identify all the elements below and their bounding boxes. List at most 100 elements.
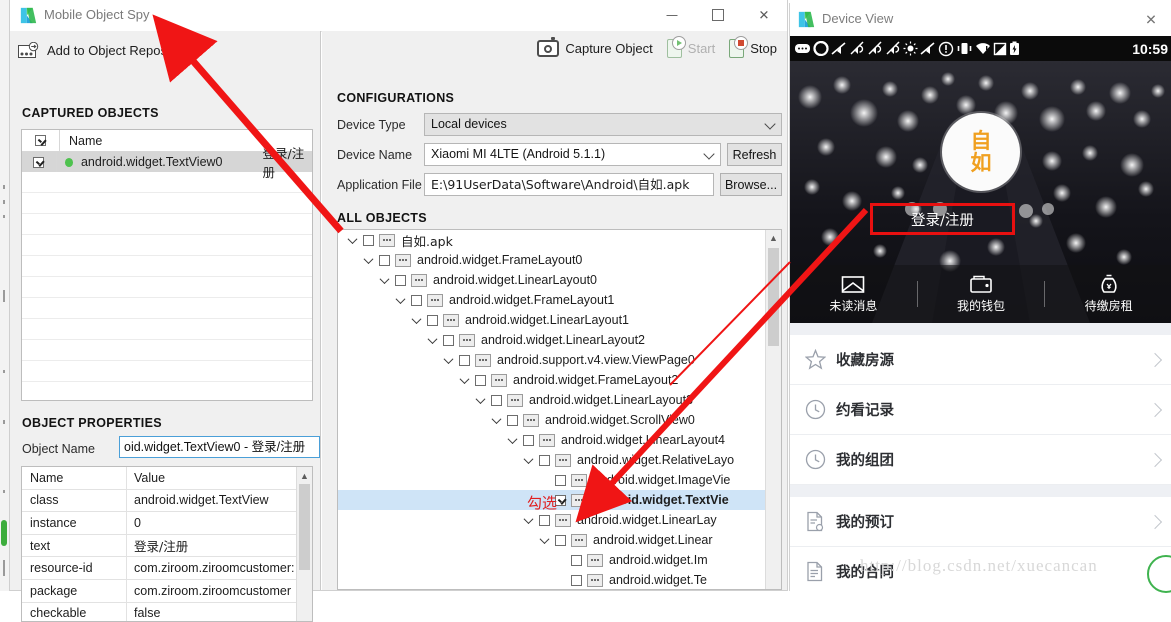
tree-node-checkbox[interactable] (443, 334, 454, 346)
capture-object-button[interactable]: Capture Object (537, 37, 653, 57)
property-row[interactable]: instance 0 (22, 512, 312, 535)
scrollbar-thumb[interactable] (768, 248, 779, 346)
tree-node[interactable]: android.widget.RelativeLayo (338, 450, 781, 470)
chevron-down-icon[interactable] (538, 533, 551, 544)
object-tree-scrollbar[interactable]: ▲ (765, 230, 781, 589)
list-item-my-reservations[interactable]: 我的预订 (790, 497, 1171, 547)
device-view-close-button[interactable]: ✕ (1138, 9, 1164, 31)
select-all-checkbox-cell[interactable] (22, 130, 60, 151)
property-row[interactable]: resource-id com.ziroom.ziroomcustomer: (22, 557, 312, 580)
captured-objects-title: CAPTURED OBJECTS (22, 106, 159, 120)
mute-vibrate-icon (850, 41, 864, 55)
chevron-right-icon (1147, 352, 1163, 367)
tree-node-selected[interactable]: android.widget.TextVie (338, 490, 781, 510)
annotation-gouxuan: 勾选 (527, 494, 558, 512)
stop-button[interactable]: Stop (729, 36, 777, 58)
chevron-down-icon[interactable] (346, 233, 359, 244)
tree-node-checkbox[interactable] (539, 454, 550, 466)
application-file-input[interactable]: E:\91UserData\Software\Android\自如.apk (424, 173, 714, 196)
tree-node[interactable]: android.widget.LinearLayout4 (338, 430, 781, 450)
chevron-down-icon[interactable] (410, 313, 423, 324)
minimize-button[interactable] (649, 0, 695, 30)
tree-node[interactable]: android.widget.Im (338, 550, 781, 570)
window-title: Mobile Object Spy (44, 7, 150, 22)
close-button[interactable]: ✕ (741, 0, 787, 30)
chevron-down-icon[interactable] (506, 433, 519, 444)
tree-node-checkbox[interactable] (555, 474, 566, 486)
row-checkbox[interactable] (33, 156, 45, 168)
tree-node-checkbox[interactable] (507, 414, 518, 426)
tree-node-checkbox[interactable] (427, 314, 438, 326)
quick-action-rent-due[interactable]: 待缴房租 (1045, 274, 1171, 314)
chevron-down-icon[interactable] (442, 353, 455, 364)
tree-node-badge-icon (539, 433, 555, 447)
scrollbar-thumb[interactable] (299, 484, 310, 570)
row-checkbox-cell[interactable] (22, 152, 57, 172)
chevron-down-icon[interactable] (474, 393, 487, 404)
refresh-button[interactable]: Refresh (727, 143, 782, 166)
tree-node[interactable]: android.widget.FrameLayout1 (338, 290, 781, 310)
browse-button[interactable]: Browse... (720, 173, 782, 196)
chevron-down-icon[interactable] (522, 453, 535, 464)
property-row[interactable]: class android.widget.TextView (22, 489, 312, 513)
property-row[interactable]: package com.ziroom.ziroomcustomer (22, 579, 312, 603)
object-tree[interactable]: 自如.apk android.widget.FrameLayout0 android… (337, 229, 782, 590)
tree-node-checkbox[interactable] (411, 294, 422, 306)
scroll-up-icon[interactable]: ▲ (769, 233, 778, 243)
chevron-down-icon[interactable] (378, 273, 391, 284)
chevron-down-icon[interactable] (426, 333, 439, 344)
tree-node-checkbox[interactable] (523, 434, 534, 446)
tree-node[interactable]: android.widget.LinearLayout3 (338, 390, 781, 410)
tree-node-checkbox[interactable] (395, 274, 406, 286)
tree-node-checkbox[interactable] (555, 534, 566, 546)
properties-scrollbar[interactable]: ▲ (296, 467, 312, 621)
device-name-select[interactable]: Xiaomi MI 4LTE (Android 5.1.1) (424, 143, 721, 166)
quick-action-my-wallet[interactable]: 我的钱包 (918, 275, 1045, 314)
tree-node[interactable]: 自如.apk (338, 230, 781, 250)
tree-node-checkbox[interactable] (571, 554, 582, 566)
start-button[interactable]: Start (666, 36, 715, 58)
tree-node-label: android.widget.ScrollView0 (545, 413, 695, 427)
tree-node-label: android.widget.ImageVie (593, 473, 731, 487)
mute-icon (920, 41, 935, 55)
tree-node-checkbox[interactable] (539, 514, 550, 526)
object-properties-table[interactable]: Name Value class android.widget.TextView… (21, 466, 313, 622)
list-item-my-group[interactable]: 我的组团 (790, 435, 1171, 485)
select-all-checkbox[interactable] (35, 135, 46, 146)
quick-action-unread-messages[interactable]: 未读消息 (790, 275, 917, 314)
tree-node[interactable]: android.widget.LinearLay (338, 510, 781, 530)
tree-node[interactable]: android.widget.Linear (338, 530, 781, 550)
captured-objects-table[interactable]: Name android.widget.TextView0 登录/注册 (21, 129, 313, 401)
tree-node[interactable]: android.widget.LinearLayout1 (338, 310, 781, 330)
add-to-object-repository-button[interactable]: Add to Object Repository (18, 37, 192, 63)
chevron-down-icon[interactable] (394, 293, 407, 304)
maximize-button[interactable] (695, 0, 741, 30)
tree-node[interactable]: android.widget.FrameLayout0 (338, 250, 781, 270)
list-item-viewing-records[interactable]: 约看记录 (790, 385, 1171, 435)
device-type-select[interactable]: Local devices (424, 113, 782, 136)
tree-node-checkbox[interactable] (491, 394, 502, 406)
tree-node-checkbox[interactable] (363, 234, 374, 246)
tree-node[interactable]: android.widget.ImageVie (338, 470, 781, 490)
chevron-down-icon[interactable] (490, 413, 503, 424)
tree-node-checkbox[interactable] (571, 574, 582, 586)
message-icon (795, 43, 810, 53)
tree-node-checkbox[interactable] (459, 354, 470, 366)
tree-node[interactable]: android.widget.Te (338, 570, 781, 589)
tree-node-checkbox[interactable] (379, 254, 390, 266)
object-name-input[interactable]: oid.widget.TextView0 - 登录/注册 (119, 436, 320, 458)
tree-node[interactable]: android.support.v4.view.ViewPage0 (338, 350, 781, 370)
list-item-favorites[interactable]: 收藏房源 (790, 335, 1171, 385)
chevron-down-icon[interactable] (362, 253, 375, 264)
property-row[interactable]: checkable false (22, 602, 312, 621)
chevron-down-icon[interactable] (458, 373, 471, 384)
tree-node-checkbox[interactable] (475, 374, 486, 386)
tree-node[interactable]: android.widget.FrameLayout2 (338, 370, 781, 390)
property-row[interactable]: text 登录/注册 (22, 534, 312, 558)
tree-node[interactable]: android.widget.LinearLayout2 (338, 330, 781, 350)
tree-node[interactable]: android.widget.LinearLayout0 (338, 270, 781, 290)
tree-node[interactable]: android.widget.ScrollView0 (338, 410, 781, 430)
chevron-down-icon[interactable] (522, 513, 535, 524)
captured-object-row[interactable]: android.widget.TextView0 登录/注册 (22, 146, 312, 180)
scroll-up-icon[interactable]: ▲ (300, 471, 309, 481)
